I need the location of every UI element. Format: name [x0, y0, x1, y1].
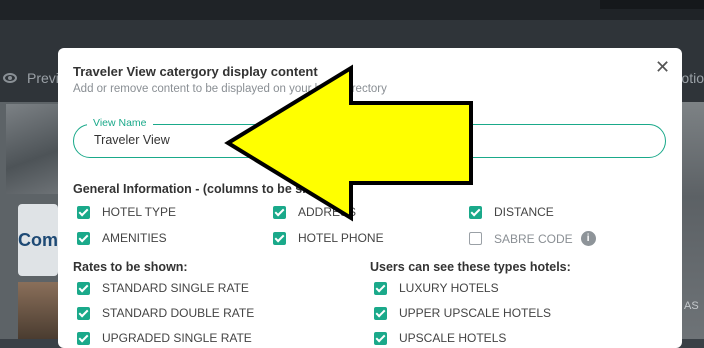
arrow-left-icon — [224, 64, 473, 222]
yellow-arrow-annotation — [224, 64, 473, 222]
